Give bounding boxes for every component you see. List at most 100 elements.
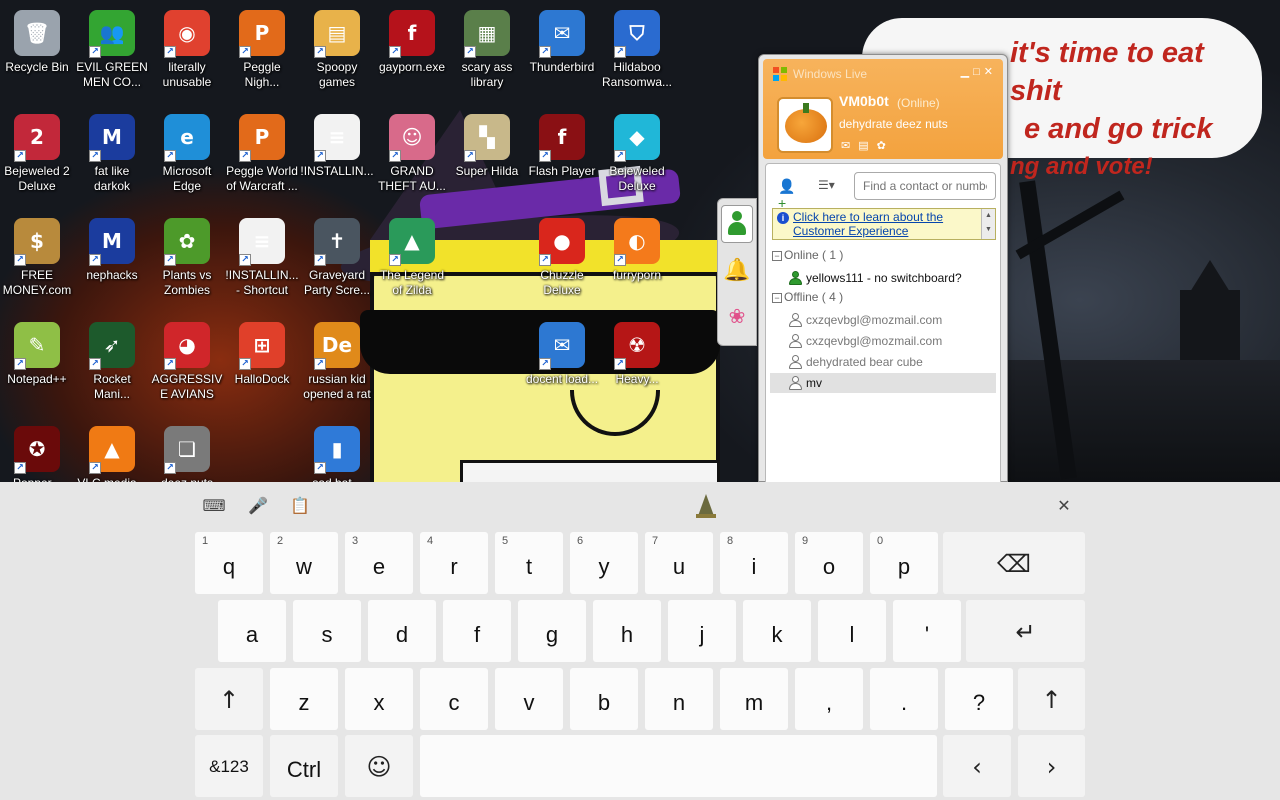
shift-right-key[interactable]: ↑	[1018, 668, 1085, 730]
backspace-key[interactable]: ⌫	[943, 532, 1085, 594]
close-keyboard-icon[interactable]: ✕	[1052, 494, 1076, 518]
messenger-window[interactable]: Windows Live ▁□✕ VM0b0t (Online) dehydra…	[717, 54, 1008, 483]
key-a[interactable]: a	[218, 600, 286, 662]
desktop-icon[interactable]: 2 ↗ Bejeweled 2 Deluxe	[0, 108, 74, 208]
desktop-icon[interactable]: ⛉ ↗ Hildaboo Ransomwa...	[600, 4, 674, 104]
key-j[interactable]: j	[668, 600, 736, 662]
left-arrow-key[interactable]: ‹	[943, 735, 1011, 797]
spaces-icon[interactable]: ✿	[877, 140, 894, 152]
desktop-icon[interactable]: M ↗ nephacks	[75, 212, 149, 312]
desktop-icon[interactable]: ▮↗sad bat...	[300, 420, 374, 482]
desktop-icon[interactable]: P ↗ Peggle World of Warcraft ...	[225, 108, 299, 208]
folder-icon[interactable]: ▤	[858, 140, 876, 152]
desktop-icon[interactable]: ⊞ ↗ HalloDock	[225, 316, 299, 416]
desktop-icon[interactable]: ▦ ↗ scary ass library	[450, 4, 524, 104]
key-x[interactable]: x	[345, 668, 413, 730]
group-online-header[interactable]: − Online ( 1 )	[772, 248, 843, 262]
add-contact-icon[interactable]: 👤+	[778, 178, 800, 211]
key-v[interactable]: v	[495, 668, 563, 730]
mail-icon[interactable]: ✉	[841, 140, 858, 152]
desktop-icon[interactable]: ▚ ↗ Super Hilda	[450, 108, 524, 208]
desktop-icon[interactable]: $ ↗ FREE MONEY.com	[0, 212, 74, 312]
key-y[interactable]: 6y	[570, 532, 638, 594]
close-icon[interactable]: ✕	[984, 66, 997, 78]
desktop-icon[interactable]: ▲↗VLC media...	[75, 420, 149, 482]
key-i[interactable]: 8i	[720, 532, 788, 594]
desktop-icon[interactable]: ▤ ↗ Spoopy games	[300, 4, 374, 104]
key-m[interactable]: m	[720, 668, 788, 730]
key-question[interactable]: ?	[945, 668, 1013, 730]
desktop-icon[interactable]: e ↗ Microsoft Edge	[150, 108, 224, 208]
desktop-icon[interactable]: ☺ ↗ GRAND THEFT AU...	[375, 108, 449, 208]
tab-contacts[interactable]	[721, 205, 753, 243]
desktop-icon[interactable]: ✉ ↗ Thunderbird	[525, 4, 599, 104]
contact-offline-1[interactable]: cxzqevbgl@mozmail.com	[770, 331, 996, 351]
key-s[interactable]: s	[293, 600, 361, 662]
key-c[interactable]: c	[420, 668, 488, 730]
tab-alerts[interactable]: 🔔	[721, 251, 753, 289]
desktop-icon[interactable]: De ↗ russian kid opened a rat	[300, 316, 374, 416]
desktop-icon[interactable]: ◐ ↗ furryporn	[600, 212, 674, 312]
ctrl-key[interactable]: Ctrl	[270, 735, 338, 797]
desktop-icon[interactable]: ◆ ↗ Bejeweled Deluxe	[600, 108, 674, 208]
desktop-icon[interactable]: ≡ ↗ !INSTALLIN... - Shortcut	[225, 212, 299, 312]
key-l[interactable]: l	[818, 600, 886, 662]
key-t[interactable]: 5t	[495, 532, 563, 594]
key-n[interactable]: n	[645, 668, 713, 730]
user-status[interactable]: (Online)	[897, 96, 940, 110]
desktop-icon[interactable]: P ↗ Peggle Nigh...	[225, 4, 299, 104]
key-g[interactable]: g	[518, 600, 586, 662]
contact-offline-3[interactable]: mv	[770, 373, 996, 393]
space-key[interactable]	[420, 735, 937, 797]
desktop-icon[interactable]: 🗑 Recycle Bin	[0, 4, 74, 104]
sort-options-icon[interactable]: ☰▾	[818, 178, 844, 198]
key-q[interactable]: 1q	[195, 532, 263, 594]
desktop-icon[interactable]: ❏↗deez nuts pr...	[150, 420, 224, 482]
contact-online-0[interactable]: yellows111 - no switchboard?	[770, 268, 996, 288]
desktop-icon[interactable]: ✿ ↗ Plants vs Zombies	[150, 212, 224, 312]
enter-key[interactable]: ↵	[966, 600, 1085, 662]
desktop-icon[interactable]: f ↗ Flash Player	[525, 108, 599, 208]
key-h[interactable]: h	[593, 600, 661, 662]
desktop-icon[interactable]: ✎ ↗ Notepad++	[0, 316, 74, 416]
microphone-icon[interactable]: 🎤	[246, 494, 270, 518]
collapse-icon[interactable]: −	[772, 293, 782, 303]
key-comma[interactable]: ,	[795, 668, 863, 730]
contact-search-input[interactable]	[854, 172, 996, 200]
key-r[interactable]: 4r	[420, 532, 488, 594]
minimize-icon[interactable]: ▁	[961, 66, 973, 78]
collapse-icon[interactable]: −	[772, 251, 782, 261]
desktop-icon[interactable]: ➶ ↗ Rocket Mani...	[75, 316, 149, 416]
info-scroll-buttons[interactable]: ▲ ▼	[981, 209, 995, 239]
tab-extras[interactable]: ❀	[721, 297, 753, 335]
symbols-key[interactable]: &123	[195, 735, 263, 797]
desktop-icon[interactable]: ✪↗Popper...	[0, 420, 74, 482]
desktop-icon[interactable]: ▲ ↗ The Legend of Zilda	[375, 212, 449, 312]
group-offline-header[interactable]: − Offline ( 4 )	[772, 290, 843, 304]
shift-left-key[interactable]: ↑	[195, 668, 263, 730]
key-u[interactable]: 7u	[645, 532, 713, 594]
user-name[interactable]: VM0b0t	[839, 93, 889, 109]
desktop-icon[interactable]: ◕ ↗ AGGRESSIVE AVIANS	[150, 316, 224, 416]
key-period[interactable]: .	[870, 668, 938, 730]
key-e[interactable]: 3e	[345, 532, 413, 594]
customer-experience-link[interactable]: i Click here to learn about the Customer…	[772, 208, 996, 240]
desktop-icon[interactable]: ☢ ↗ Heavy...	[600, 316, 674, 416]
right-arrow-key[interactable]: ›	[1018, 735, 1085, 797]
key-b[interactable]: b	[570, 668, 638, 730]
key-d[interactable]: d	[368, 600, 436, 662]
contact-offline-0[interactable]: cxzqevbgl@mozmail.com	[770, 310, 996, 330]
desktop-icon[interactable]: ● ↗ Chuzzle Deluxe	[525, 212, 599, 312]
key-f[interactable]: f	[443, 600, 511, 662]
key-p[interactable]: 0p	[870, 532, 938, 594]
desktop-icon[interactable]: ✉ ↗ docent load...	[525, 316, 599, 416]
clipboard-icon[interactable]: 📋	[288, 494, 312, 518]
desktop-icon[interactable]: f ↗ gayporn.exe	[375, 4, 449, 104]
desktop-icon[interactable]: ≡ ↗ !INSTALLIN...	[300, 108, 374, 208]
emoji-key[interactable]: ☺	[345, 735, 413, 797]
maximize-icon[interactable]: □	[973, 66, 984, 78]
contact-offline-2[interactable]: dehydrated bear cube	[770, 352, 996, 372]
key-k[interactable]: k	[743, 600, 811, 662]
info-text[interactable]: Click here to learn about the Customer E…	[793, 210, 943, 238]
avatar[interactable]	[777, 97, 833, 153]
